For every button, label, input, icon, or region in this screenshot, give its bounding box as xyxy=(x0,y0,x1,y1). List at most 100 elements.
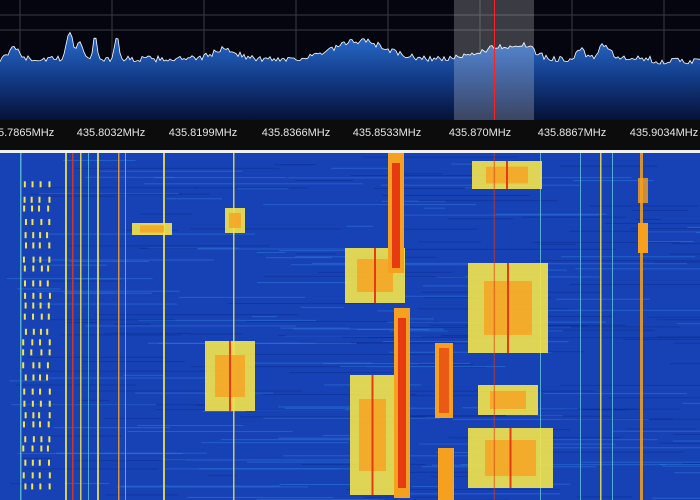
noise-streak xyxy=(73,277,100,279)
signal-blip xyxy=(38,205,41,212)
signal-blip xyxy=(46,280,49,287)
noise-streak xyxy=(589,205,699,207)
carrier-trace xyxy=(72,153,74,500)
signal-blip xyxy=(24,459,27,466)
noise-streak xyxy=(654,261,700,263)
signal-blip xyxy=(22,445,25,452)
carrier-trace xyxy=(640,153,643,500)
noise-streak xyxy=(143,183,363,185)
signal-blip xyxy=(39,232,42,239)
signal-blip xyxy=(23,313,26,320)
noise-streak xyxy=(673,342,700,344)
carrier-trace xyxy=(65,153,67,500)
burst-core xyxy=(506,161,508,189)
signal-blip xyxy=(48,292,51,299)
noise-streak xyxy=(289,371,393,373)
signal-blip xyxy=(48,242,51,249)
signal-blip xyxy=(32,242,35,249)
noise-streak xyxy=(293,328,444,330)
noise-streak xyxy=(27,356,166,358)
signal-blip xyxy=(23,196,26,203)
freq-label-2: 435.8199MHz xyxy=(168,127,238,139)
carrier-trace xyxy=(233,153,235,500)
noise-streak xyxy=(24,468,157,470)
noise-streak xyxy=(274,164,317,166)
signal-blip xyxy=(39,388,42,395)
signal-blip xyxy=(46,374,49,381)
noise-streak xyxy=(201,442,349,444)
signal-blip xyxy=(30,196,33,203)
noise-streak xyxy=(400,248,616,250)
noise-streak xyxy=(575,268,700,270)
noise-streak xyxy=(287,177,486,179)
noise-streak xyxy=(15,384,137,386)
noise-streak xyxy=(295,179,354,181)
noise-streak xyxy=(651,497,700,499)
signal-blip xyxy=(24,412,27,419)
noise-streak xyxy=(448,218,514,220)
noise-streak xyxy=(103,332,190,334)
waterfall-display[interactable] xyxy=(0,153,700,500)
carrier-trace xyxy=(97,153,99,500)
signal-blip xyxy=(30,349,33,356)
noise-streak xyxy=(555,298,650,300)
noise-streak xyxy=(673,433,700,435)
signal-blip xyxy=(31,205,34,212)
noise-streak xyxy=(100,170,243,172)
noise-streak xyxy=(381,194,531,196)
signal-blip xyxy=(24,292,27,299)
burst-column xyxy=(638,178,648,203)
signal-blip xyxy=(22,256,25,263)
noise-streak xyxy=(669,253,700,255)
signal-blip xyxy=(38,362,41,369)
signal-blip xyxy=(46,362,49,369)
carrier-trace xyxy=(600,153,602,500)
signal-blip xyxy=(22,421,25,428)
noise-streak xyxy=(263,204,476,206)
noise-streak xyxy=(672,440,700,442)
noise-streak xyxy=(626,428,696,430)
signal-blip xyxy=(22,362,25,369)
signal-blip xyxy=(31,445,34,452)
signal-blip xyxy=(39,302,42,309)
noise-streak xyxy=(659,464,700,466)
signal-blip xyxy=(39,483,42,490)
noise-streak xyxy=(45,280,122,282)
spectrum-panel[interactable] xyxy=(0,0,700,120)
noise-streak xyxy=(158,342,357,344)
noise-streak xyxy=(452,418,649,420)
noise-streak xyxy=(154,177,286,179)
freq-label-7: 435.9034MHz xyxy=(629,127,699,139)
signal-blip xyxy=(32,265,35,272)
burst-inner xyxy=(140,225,164,233)
noise-streak xyxy=(623,338,700,340)
noise-streak xyxy=(69,260,149,262)
noise-streak xyxy=(88,390,302,392)
burst-inner xyxy=(229,213,241,228)
noise-streak xyxy=(505,415,563,417)
signal-blip xyxy=(48,339,51,346)
signal-blip xyxy=(38,196,41,203)
signal-blip xyxy=(46,445,49,452)
noise-streak xyxy=(280,327,350,329)
signal-blip xyxy=(23,388,26,395)
signal-blip xyxy=(48,219,51,226)
noise-streak xyxy=(569,283,700,285)
signal-blip xyxy=(39,280,42,287)
signal-blip xyxy=(32,313,35,320)
noise-streak xyxy=(543,393,687,395)
noise-streak xyxy=(549,483,571,485)
signal-blip xyxy=(38,459,41,466)
signal-blip xyxy=(39,421,42,428)
noise-streak xyxy=(423,207,446,209)
noise-streak xyxy=(399,214,600,216)
signal-blip xyxy=(24,242,27,249)
noise-streak xyxy=(178,296,306,298)
noise-streak xyxy=(531,326,681,328)
signal-blip xyxy=(48,349,51,356)
signal-blip xyxy=(47,265,50,272)
noise-streak xyxy=(162,459,365,461)
signal-blip xyxy=(24,232,27,239)
signal-blip xyxy=(23,205,26,212)
frequency-axis[interactable]: 435.7865MHz 435.8032MHz 435.8199MHz 435.… xyxy=(0,120,700,150)
